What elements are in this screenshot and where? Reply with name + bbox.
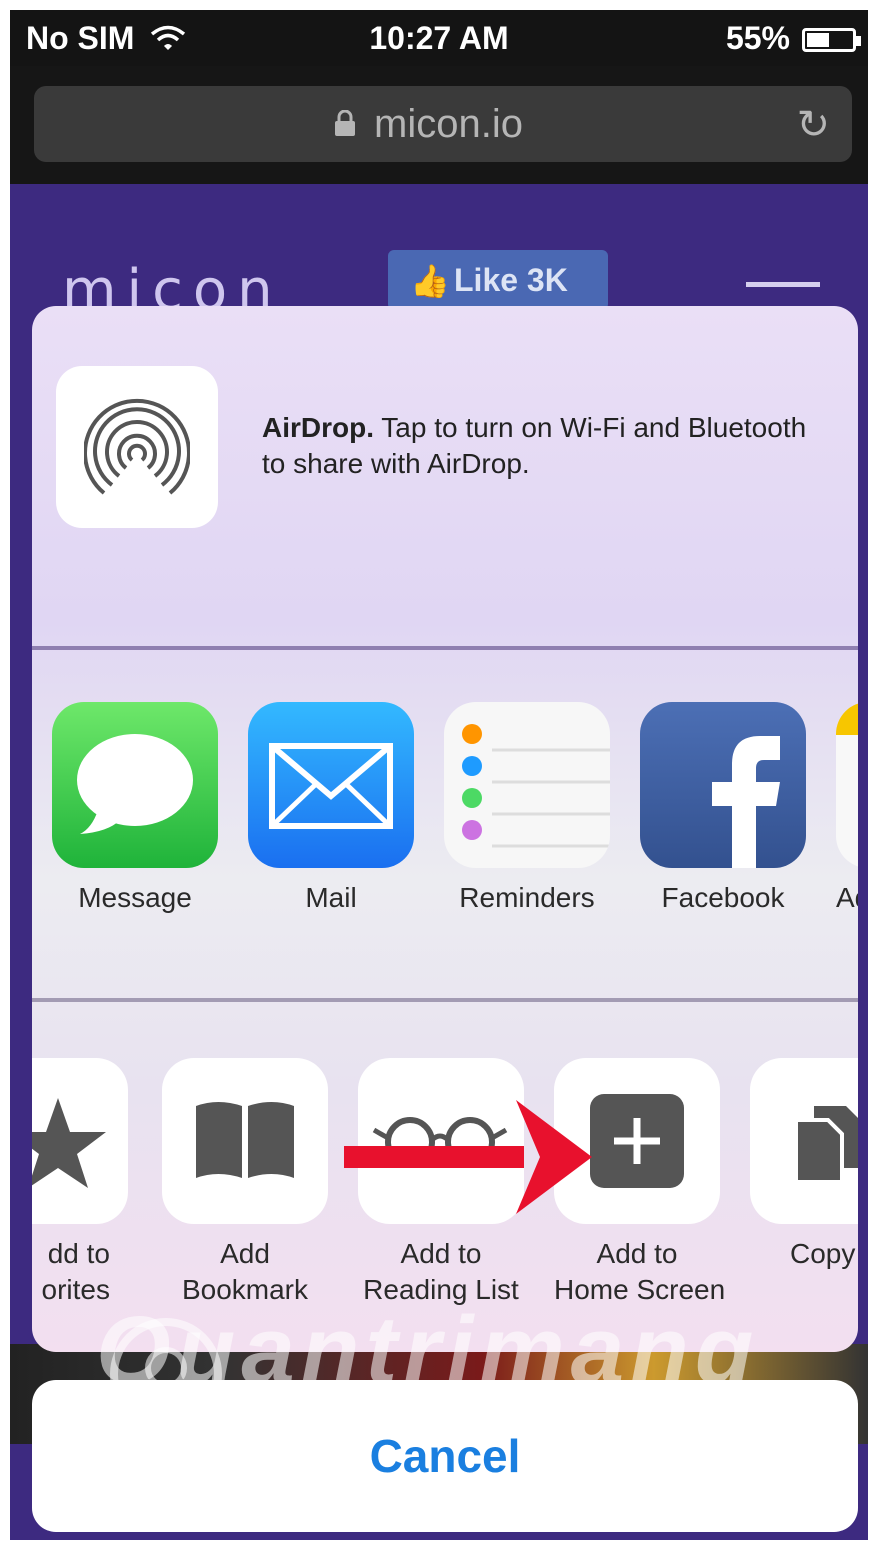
action-add-to-favorites[interactable]: dd to orites — [32, 1058, 128, 1308]
share-app-facebook[interactable]: Facebook — [640, 702, 806, 914]
action-copy[interactable]: Copy — [750, 1058, 858, 1272]
message-icon — [52, 702, 218, 868]
battery-icon — [802, 28, 861, 52]
share-app-label: Mail — [305, 882, 357, 913]
notes-icon — [836, 702, 858, 868]
cancel-button[interactable]: Cancel — [32, 1380, 858, 1532]
share-app-notes[interactable]: Ad — [836, 702, 858, 914]
copy-icon — [750, 1058, 858, 1224]
share-app-label: Facebook — [661, 882, 785, 913]
like-label: Like 3K — [454, 262, 568, 298]
red-arrow-annotation — [344, 1100, 592, 1214]
phone-screen: No SIM 10:27 AM 55% micon.io ↻ micon 👍 L… — [10, 10, 868, 1540]
reload-icon[interactable]: ↻ — [796, 102, 830, 148]
airdrop-description: AirDrop. Tap to turn on Wi-Fi and Blueto… — [262, 410, 822, 482]
share-app-mail[interactable]: Mail — [248, 702, 414, 914]
lock-icon — [335, 110, 355, 136]
url-text: micon.io — [374, 102, 523, 146]
share-app-reminders[interactable]: Reminders — [444, 702, 610, 914]
airdrop-section[interactable]: AirDrop. Tap to turn on Wi-Fi and Blueto… — [32, 306, 858, 646]
battery-percent: 55% — [725, 20, 790, 56]
facebook-icon — [640, 702, 806, 868]
menu-icon[interactable] — [746, 282, 820, 287]
thumbs-up-icon: 👍 — [410, 263, 450, 299]
share-app-label: Ad — [836, 882, 858, 913]
browser-toolbar: micon.io ↻ — [10, 66, 868, 184]
share-apps-row: Message Mail Reminders Facebook A — [32, 650, 858, 998]
action-add-bookmark[interactable]: Add Bookmark — [162, 1058, 328, 1308]
share-app-label: Reminders — [459, 882, 595, 913]
address-bar[interactable]: micon.io ↻ — [34, 86, 852, 162]
mail-icon — [248, 702, 414, 868]
reminders-icon — [444, 702, 610, 868]
facebook-like-button[interactable]: 👍 Like 3K — [388, 250, 608, 310]
share-app-label: Message — [78, 882, 192, 913]
divider — [32, 998, 858, 1002]
status-bar: No SIM 10:27 AM 55% — [10, 10, 868, 66]
action-label: Copy — [790, 1238, 856, 1269]
airdrop-title: AirDrop. — [262, 412, 374, 443]
airdrop-icon[interactable] — [56, 366, 218, 528]
book-icon — [162, 1058, 328, 1224]
share-app-message[interactable]: Message — [52, 702, 218, 914]
star-icon — [32, 1058, 128, 1224]
